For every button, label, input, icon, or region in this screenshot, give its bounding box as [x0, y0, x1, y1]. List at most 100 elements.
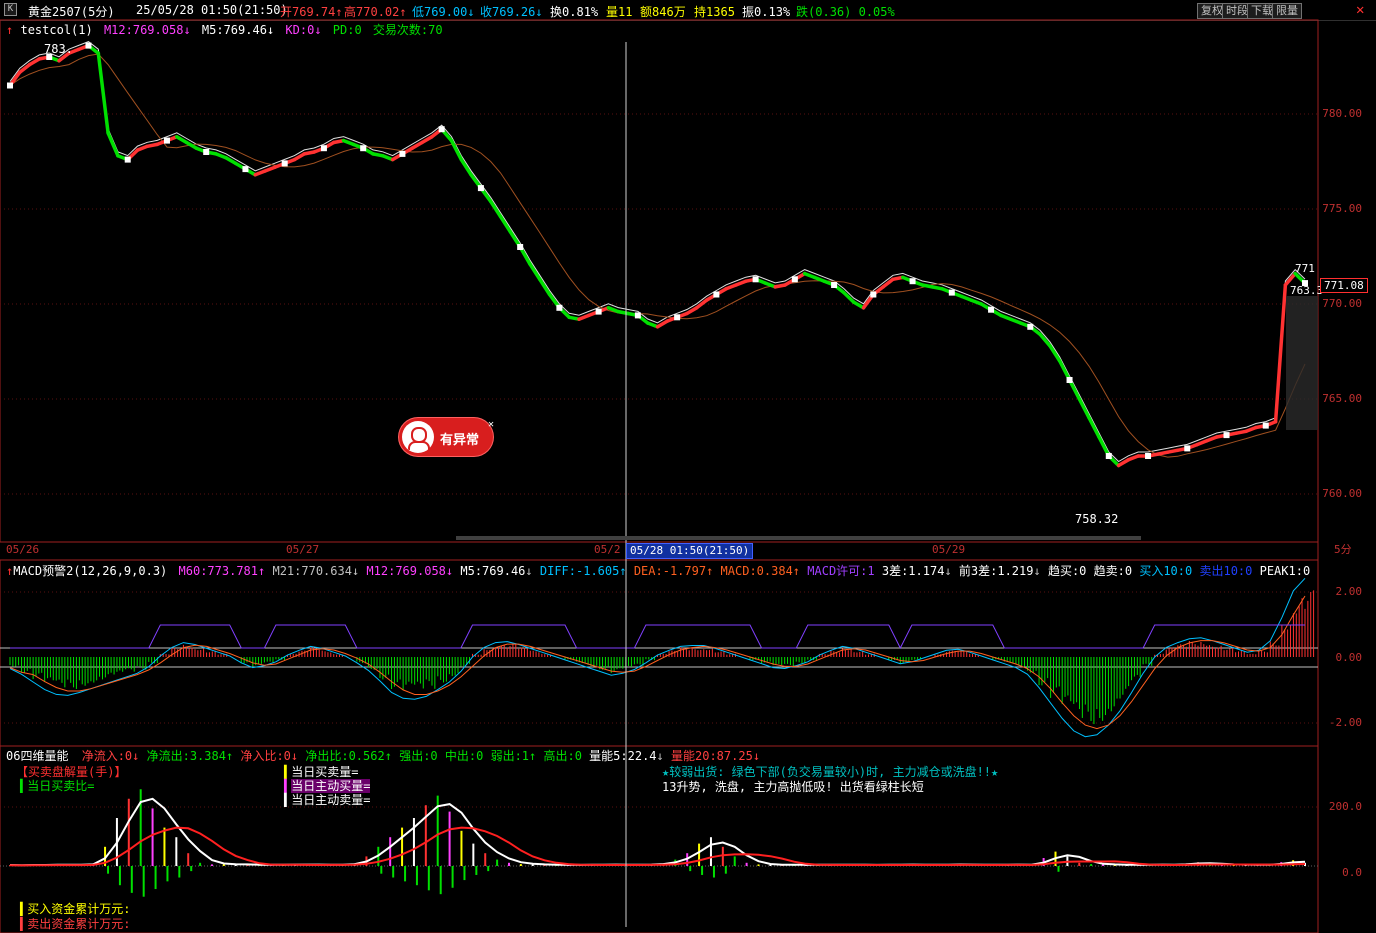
vol5-value: 量能5:22.4	[589, 749, 657, 763]
vol5-line	[9, 797, 1306, 867]
day-ratio-label: ▍当日买卖比=	[20, 779, 95, 793]
alert-user-icon	[402, 421, 434, 453]
alert-text: 有异常	[440, 433, 480, 448]
buy-funds-text: 买入资金累计万元:	[27, 902, 131, 916]
signal-marker	[1145, 453, 1152, 459]
signal-marker	[909, 278, 916, 285]
alert-badge[interactable]: 有异常	[399, 418, 493, 456]
strong-out: 强出:0	[399, 749, 438, 763]
date-label: 05/2	[594, 543, 621, 556]
vol20-line	[9, 826, 1306, 867]
note-trend: 13升势, 洗盘, 主力高抛低吸! 出货看绿柱长短	[662, 780, 924, 794]
signal-marker	[242, 166, 249, 173]
signal-marker	[1027, 323, 1034, 330]
signal-marker	[477, 185, 484, 192]
volume-tick: 0.0	[1342, 866, 1362, 879]
vol20-value: 量能20:87.25	[671, 749, 753, 763]
m21-value: M21:770.634	[272, 564, 352, 578]
volume-tick: 200.0	[1328, 800, 1362, 813]
signal-marker	[438, 126, 445, 133]
macd-tick: 2.00	[1335, 585, 1363, 598]
high-price-label: 783.	[44, 42, 73, 56]
trend-segment	[881, 277, 895, 289]
signal-marker	[1223, 432, 1230, 439]
macd-legend: ↑MACD预警2(12,26,9,0.3) M60:773.781↑ M21:7…	[6, 564, 1311, 578]
macd-title[interactable]: MACD预警2(12,26,9,0.3)	[13, 564, 167, 578]
trend-segment	[449, 138, 464, 162]
diff3-value: 3差:1.174	[881, 564, 945, 578]
signal-marker	[399, 150, 406, 157]
macd-permit: MACD许可:1	[807, 564, 875, 578]
day-ratio-text: 当日买卖比=	[27, 779, 95, 793]
signal-marker	[556, 304, 563, 311]
signal-marker	[634, 312, 641, 319]
dea-line	[9, 595, 1306, 730]
signal-marker	[360, 145, 367, 152]
signal-marker	[713, 291, 720, 298]
diff-line	[9, 577, 1306, 738]
signal-marker	[1184, 445, 1191, 452]
signal-marker	[752, 276, 759, 283]
cursor-date-label: 05/28 01:50(21:50)	[626, 543, 754, 559]
net-in-ratio: 净入比:0	[240, 749, 291, 763]
period-label[interactable]: 5分	[1334, 543, 1352, 557]
m12-macd-value: M12:769.058	[366, 564, 446, 578]
trend-segment	[694, 298, 709, 310]
prev3-value: 前3差:1.219	[958, 564, 1034, 578]
volume-title[interactable]: 06四维量能	[6, 749, 68, 763]
macd-tick: -2.00	[1328, 716, 1362, 729]
signal-marker	[517, 244, 524, 250]
sell-funds-text: 卖出资金累计万元:	[27, 917, 131, 931]
diff-value: DIFF:-1.605	[539, 564, 620, 578]
trend-segment	[498, 214, 513, 234]
trend-segment	[1273, 283, 1288, 424]
price-tick: 760.00	[1322, 487, 1362, 500]
date-label: 05/29	[932, 543, 966, 556]
trend-sell: 趋卖:0	[1093, 564, 1133, 578]
signal-marker	[124, 156, 131, 163]
signal-marker	[320, 145, 327, 152]
trend-segment	[1048, 344, 1062, 363]
m5-macd-value: M5:769.46	[460, 564, 526, 578]
trend-segment	[18, 62, 32, 74]
date-label: 05/27	[286, 543, 320, 556]
mid-out: 中出:0	[444, 749, 484, 763]
signal-marker	[674, 314, 681, 321]
signal-marker	[791, 276, 798, 283]
dea-value: DEA:-1.797	[633, 564, 707, 578]
macd-value: MACD:0.384	[720, 564, 793, 578]
signal-marker	[595, 308, 602, 315]
buy10-value: 买入10:0	[1139, 564, 1193, 578]
date-label: 05/26	[6, 543, 40, 556]
signal-marker	[870, 291, 877, 298]
signal-marker	[85, 42, 92, 49]
right-top-label: 771	[1295, 262, 1315, 275]
sell10-value: 卖出10:0	[1199, 564, 1253, 578]
trend-segment	[528, 262, 542, 282]
signal-marker	[1262, 422, 1269, 429]
trend-segment	[459, 157, 473, 177]
net-out-ratio: 净出比:0.562	[305, 749, 385, 763]
weak-out: 弱出:1	[490, 749, 530, 763]
alert-close-icon[interactable]: ✕	[488, 419, 494, 430]
trend-buy: 趋买:0	[1047, 564, 1087, 578]
signal-marker	[1105, 453, 1112, 459]
trend-segment	[96, 51, 110, 135]
low-price-label: 758.32	[1075, 512, 1119, 526]
signal-marker	[831, 282, 838, 288]
price-tick: 780.00	[1322, 107, 1362, 120]
active-sell-label: ▍当日主动卖量=	[284, 793, 371, 807]
price-tick: 775.00	[1322, 202, 1362, 215]
signal-marker	[1066, 377, 1073, 383]
trend-segment	[1087, 416, 1101, 439]
trend-segment	[106, 131, 120, 158]
m60-value: M60:773.781	[178, 564, 258, 578]
signal-marker	[163, 137, 170, 144]
high-out: 高出:0	[543, 749, 582, 763]
net-out: 净流出:3.384	[146, 749, 226, 763]
signal-marker	[948, 289, 955, 296]
active-sell-text: 当日主动卖量=	[291, 793, 371, 807]
volume-legend: 06四维量能 净流入:0↓ 净流出:3.384↑ 净入比:0↓ 净出比:0.56…	[6, 749, 761, 763]
signal-marker	[203, 149, 210, 155]
sell-funds-label: ▍卖出资金累计万元:	[20, 917, 131, 931]
